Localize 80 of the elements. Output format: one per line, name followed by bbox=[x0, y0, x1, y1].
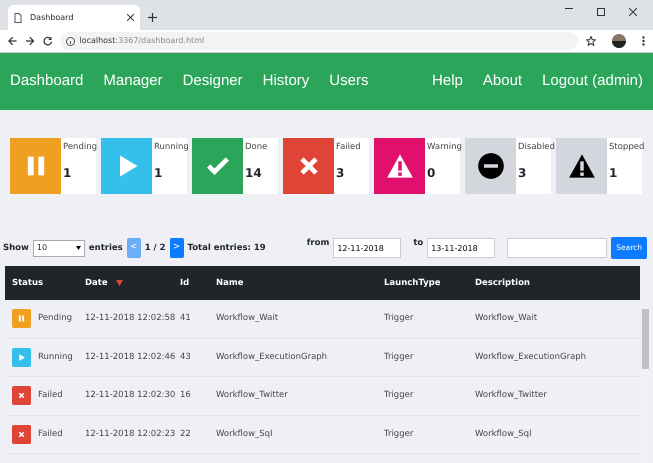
table-cell: Workflow_Twitter bbox=[475, 390, 547, 400]
column-header[interactable]: Name bbox=[216, 276, 244, 290]
caret-icon bbox=[76, 246, 81, 250]
table-cell: Workflow_ExecutionGraph bbox=[475, 352, 586, 362]
status-label: Pending bbox=[63, 141, 96, 154]
table-cell: Workflow_ExecutionGraph bbox=[216, 352, 328, 362]
star-icon[interactable] bbox=[586, 36, 596, 46]
table-cell: 43 bbox=[180, 352, 191, 362]
column-header[interactable]: LaunchType bbox=[384, 276, 441, 290]
to-date-field[interactable]: 13-11-2018 bbox=[427, 238, 496, 258]
url-text[interactable]: localhost:3367/dashboard.html bbox=[79, 35, 204, 47]
entries-label: entries bbox=[88, 242, 123, 254]
status-count: 1 bbox=[609, 164, 618, 182]
avatar-icon[interactable] bbox=[612, 34, 626, 48]
play-icon bbox=[12, 348, 31, 367]
table-cell: 12-11-2018 12:02:30 bbox=[85, 390, 176, 400]
table-cell: Workflow_Twitter bbox=[216, 390, 288, 400]
maximize-icon[interactable] bbox=[597, 8, 605, 16]
table-cell: Workflow_Wait bbox=[216, 313, 278, 324]
status-count: 0 bbox=[427, 164, 436, 182]
from-label: from bbox=[306, 237, 330, 250]
table-cell: Workflow_Sql bbox=[475, 428, 532, 439]
table-cell: Trigger bbox=[384, 313, 414, 324]
show-label: Show bbox=[3, 242, 29, 254]
page-indicator: 1 / 2 bbox=[144, 242, 166, 254]
to-label: to bbox=[413, 237, 424, 250]
close-icon[interactable] bbox=[127, 14, 134, 21]
close-icon bbox=[12, 424, 31, 444]
column-header[interactable]: Status bbox=[12, 276, 44, 290]
next-page-button[interactable]: > bbox=[170, 238, 184, 258]
table-cell: 22 bbox=[180, 428, 191, 439]
status-label: Failed bbox=[336, 141, 362, 154]
status-label: Stopped bbox=[609, 141, 642, 154]
from-date-field[interactable]: 12-11-2018 bbox=[333, 238, 402, 258]
status-count: 1 bbox=[63, 164, 72, 182]
table-cell: Trigger bbox=[384, 352, 414, 362]
table-cell: Running bbox=[38, 350, 73, 364]
table-cell: 12-11-2018 12:02:23 bbox=[85, 428, 176, 439]
warning-icon bbox=[568, 152, 596, 180]
table-cell: Trigger bbox=[384, 390, 414, 400]
close-icon bbox=[12, 386, 31, 406]
table-cell: 12-11-2018 12:02:46 bbox=[85, 352, 176, 362]
table-cell: Failed bbox=[38, 428, 63, 441]
menu-icon[interactable] bbox=[642, 36, 645, 46]
forward-arrow-icon[interactable] bbox=[25, 36, 35, 46]
tab-title: Dashboard bbox=[30, 12, 74, 24]
status-count: 14 bbox=[245, 164, 263, 182]
minus-circle-icon bbox=[476, 152, 504, 180]
page-size-select[interactable]: 10 bbox=[32, 240, 85, 256]
table-cell: Workflow_Sql bbox=[216, 428, 272, 439]
sort-arrow-icon[interactable] bbox=[116, 280, 123, 286]
status-count: 1 bbox=[154, 164, 164, 182]
status-label: Done bbox=[245, 141, 268, 154]
table-cell: 16 bbox=[180, 390, 191, 400]
column-header[interactable]: Date bbox=[85, 276, 108, 290]
status-label: Warning bbox=[427, 141, 460, 154]
table-cell: Failed bbox=[38, 389, 63, 402]
reload-icon[interactable] bbox=[42, 36, 52, 46]
info-icon[interactable] bbox=[66, 36, 76, 46]
table-cell: 12-11-2018 12:02:58 bbox=[85, 313, 176, 324]
pause-icon bbox=[12, 309, 31, 328]
scrollbar[interactable] bbox=[641, 299, 650, 463]
status-count: 3 bbox=[518, 164, 528, 182]
table-cell: 41 bbox=[180, 313, 191, 324]
column-header[interactable]: Description bbox=[475, 276, 530, 290]
total-entries: Total entries: 19 bbox=[188, 242, 266, 254]
status-label: Running bbox=[154, 141, 187, 154]
minimize-icon[interactable] bbox=[565, 8, 573, 10]
new-tab-icon[interactable] bbox=[148, 13, 157, 22]
table-cell: Trigger bbox=[384, 428, 414, 439]
search-field[interactable] bbox=[507, 238, 608, 258]
column-header[interactable]: Id bbox=[180, 276, 190, 290]
page-icon bbox=[14, 12, 22, 22]
table-cell: Workflow_Wait bbox=[475, 313, 538, 324]
status-count: 3 bbox=[336, 164, 346, 182]
browser-tab[interactable]: Dashboard bbox=[8, 5, 140, 30]
warning-icon bbox=[386, 152, 414, 180]
back-arrow-icon[interactable] bbox=[8, 36, 18, 46]
close-icon[interactable] bbox=[629, 8, 637, 16]
table-cell: Pending bbox=[38, 312, 72, 326]
